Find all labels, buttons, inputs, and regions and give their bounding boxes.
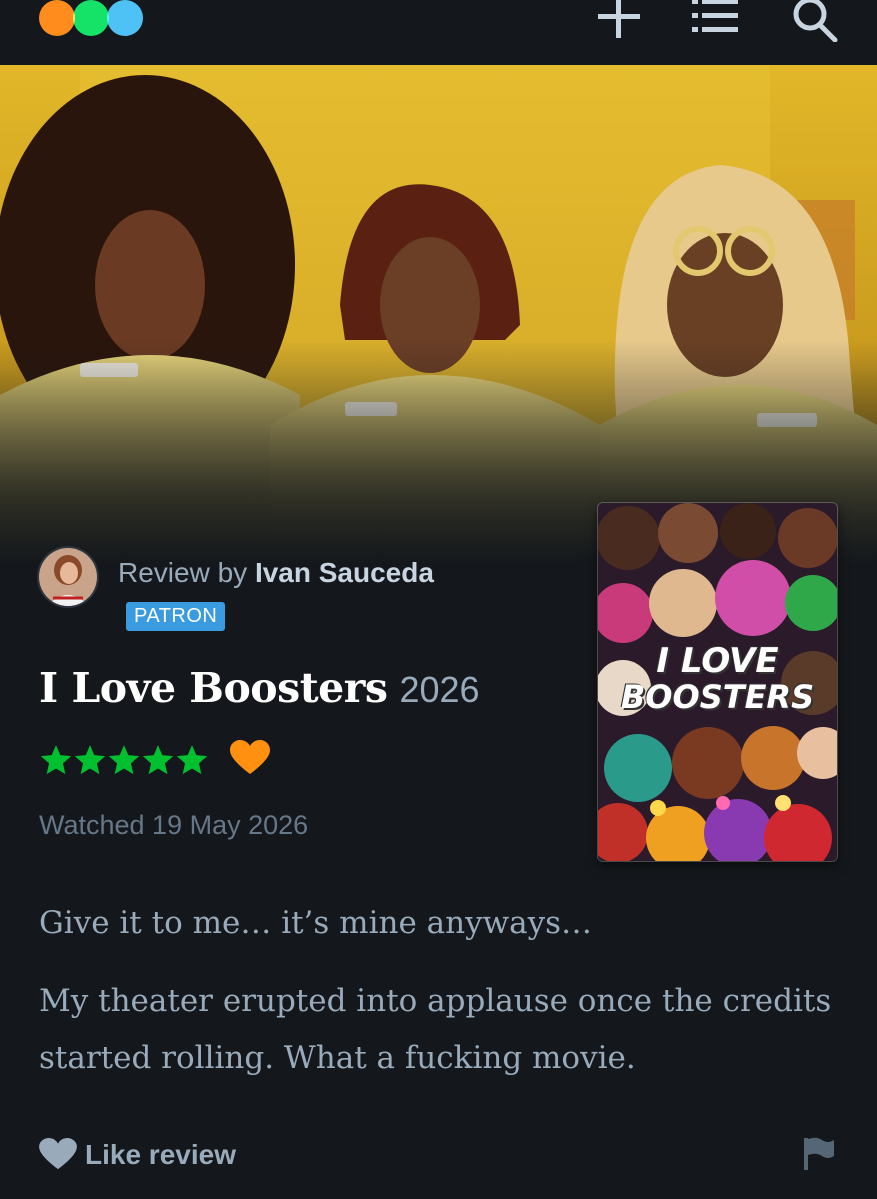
app-logo[interactable] (39, 0, 143, 36)
list-icon[interactable] (690, 0, 740, 42)
like-review-label: Like review (85, 1139, 236, 1170)
poster-title: I LOVE BOOSTERS (598, 643, 837, 715)
liked-heart-icon (230, 740, 270, 778)
film-title-link[interactable]: I Love Boosters (39, 664, 388, 712)
hero-backdrop-image (0, 65, 877, 565)
search-icon[interactable] (788, 0, 838, 43)
film-poster[interactable]: I LOVE BOOSTERS (598, 503, 837, 861)
hero-fade-overlay (0, 65, 877, 565)
top-bar (0, 0, 877, 65)
star-rating (39, 740, 209, 780)
watched-date: Watched 19 May 2026 (39, 810, 309, 840)
star-icon (142, 745, 174, 775)
report-flag-icon[interactable] (800, 1136, 836, 1172)
avatar[interactable] (39, 548, 97, 606)
poster-title-line1: I LOVE (656, 641, 779, 681)
author-name-link[interactable]: Ivan Sauceda (255, 557, 434, 588)
poster-title-line2: BOOSTERS (620, 678, 815, 716)
logo-dot-orange (39, 0, 75, 36)
logo-dot-blue (107, 0, 143, 36)
film-title-row: I Love Boosters 2026 (39, 664, 480, 712)
review-byline: Review by Ivan Sauceda (118, 557, 434, 589)
plus-icon[interactable] (594, 0, 644, 42)
star-icon (74, 745, 106, 775)
star-icon (40, 745, 72, 775)
review-paragraph: My theater erupted into applause once th… (39, 983, 832, 1076)
star-icon (176, 745, 208, 775)
film-year-link[interactable]: 2026 (399, 669, 479, 710)
review-paragraph: Give it to me… it’s mine anyways… (39, 905, 593, 941)
review-by-prefix: Review by (118, 557, 255, 588)
logo-dot-green (73, 0, 109, 36)
star-icon (108, 745, 140, 775)
like-review-button[interactable]: Like review (39, 1135, 236, 1175)
patron-badge: PATRON (126, 602, 226, 631)
heart-outline-icon (39, 1138, 77, 1170)
review-body: Give it to me… it’s mine anyways… My the… (39, 895, 839, 1108)
